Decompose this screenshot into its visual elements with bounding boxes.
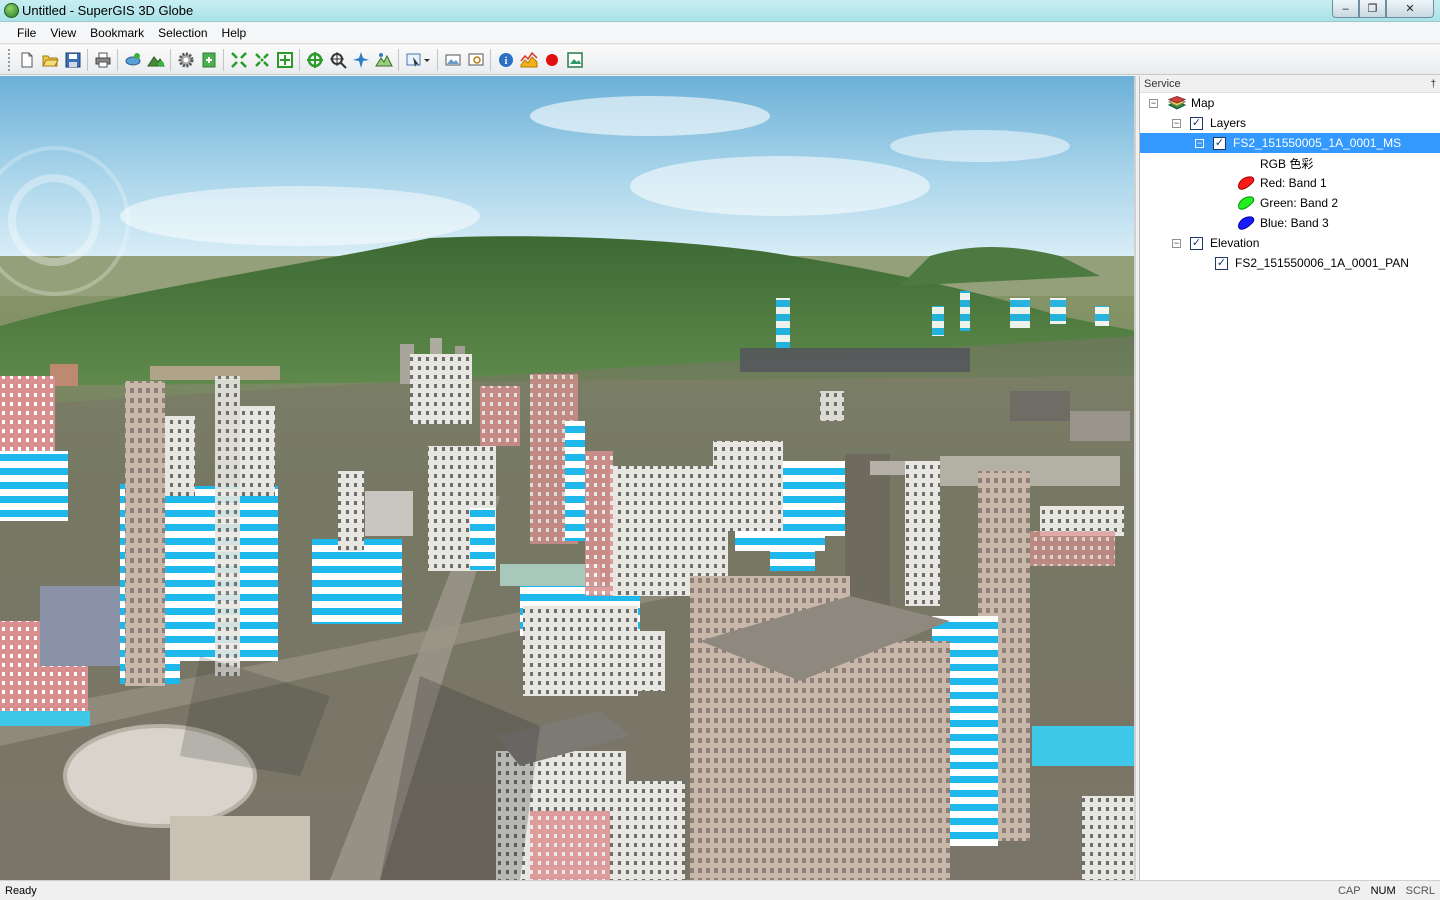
window-controls: – ❐ ✕ <box>1332 0 1434 18</box>
title-bar: Untitled - SuperGIS 3D Globe – ❐ ✕ <box>0 0 1440 22</box>
tree-label-ms-layer: FS2_151550005_1A_0001_MS <box>1233 136 1402 150</box>
num-lock-indicator: NUM <box>1370 884 1396 897</box>
target-icon[interactable] <box>326 48 349 71</box>
save-icon[interactable] <box>61 48 84 71</box>
tree-label-pan-layer: FS2_151550006_1A_0001_PAN <box>1235 256 1409 270</box>
menu-view[interactable]: View <box>43 22 83 44</box>
pan-layer-checkbox[interactable]: ✓ <box>1215 256 1228 270</box>
green-band-swatch-icon <box>1238 196 1255 210</box>
service-panel-title: Service <box>1144 78 1181 90</box>
profile-chart-icon[interactable] <box>517 48 540 71</box>
full-extent-icon[interactable] <box>227 48 250 71</box>
main-toolbar: i <box>0 45 1440 75</box>
toolbar-separator <box>87 48 88 71</box>
add-elevation-icon[interactable] <box>144 48 167 71</box>
fly-icon[interactable] <box>349 48 372 71</box>
terrain-icon[interactable] <box>372 48 395 71</box>
toolbar-separator <box>299 48 300 71</box>
maximize-button[interactable]: ❐ <box>1359 0 1386 18</box>
service-panel: Service † − Map − ✓ Layers − ✓ FS2_15155… <box>1139 76 1440 880</box>
status-text: Ready <box>5 884 37 897</box>
toolbar-separator <box>437 48 438 71</box>
menu-selection[interactable]: Selection <box>151 22 214 44</box>
collapse-toggle[interactable]: − <box>1149 98 1158 108</box>
menu-bookmark[interactable]: Bookmark <box>83 22 151 44</box>
tree-label-map: Map <box>1191 96 1215 110</box>
toolbar-separator <box>170 48 171 71</box>
toolbar-separator <box>117 48 118 71</box>
tree-node-green-band[interactable]: Green: Band 2 <box>1140 193 1440 213</box>
zoom-layer-icon[interactable] <box>273 48 296 71</box>
app-globe-icon <box>4 3 19 18</box>
map-layers-icon <box>1167 96 1187 110</box>
elevation-checkbox[interactable]: ✓ <box>1190 236 1203 250</box>
tree-node-ms-layer[interactable]: − ✓ FS2_151550005_1A_0001_MS <box>1140 133 1440 153</box>
toolbar-separator <box>398 48 399 71</box>
collapse-toggle[interactable]: − <box>1172 118 1181 128</box>
tree-node-layers[interactable]: − ✓ Layers <box>1140 113 1440 133</box>
service-panel-header: Service † <box>1140 76 1440 93</box>
image-icon[interactable] <box>441 48 464 71</box>
toolbar-separator <box>223 48 224 71</box>
tree-node-blue-band[interactable]: Blue: Band 3 <box>1140 213 1440 233</box>
ms-layer-checkbox[interactable]: ✓ <box>1213 136 1226 150</box>
blue-band-swatch-icon <box>1238 216 1255 230</box>
menu-file[interactable]: File <box>10 22 43 44</box>
tree-label-blue-band: Blue: Band 3 <box>1260 216 1329 230</box>
layers-checkbox[interactable]: ✓ <box>1190 116 1203 130</box>
info-icon[interactable]: i <box>494 48 517 71</box>
toolbar-separator <box>490 48 491 71</box>
navigate-icon[interactable] <box>303 48 326 71</box>
tree-node-pan-layer[interactable]: ✓ FS2_151550006_1A_0001_PAN <box>1140 253 1440 273</box>
city-scene <box>0 96 1134 880</box>
print-icon[interactable] <box>91 48 114 71</box>
red-band-swatch-icon <box>1238 176 1255 190</box>
select-tool-icon[interactable] <box>402 48 434 71</box>
tree-label-elevation: Elevation <box>1210 236 1260 250</box>
close-button[interactable]: ✕ <box>1386 0 1434 18</box>
navigation-compass-ring[interactable] <box>8 174 100 266</box>
globe-3d-viewport[interactable] <box>0 76 1136 880</box>
tree-node-map[interactable]: − Map <box>1140 93 1440 113</box>
tree-label-rgb: RGB 色彩 <box>1260 156 1314 171</box>
capture-icon[interactable] <box>563 48 586 71</box>
pin-icon[interactable]: † <box>1430 79 1436 90</box>
svg-text:i: i <box>504 56 507 67</box>
layer-tree: − Map − ✓ Layers − ✓ FS2_151550005_1A_00… <box>1140 93 1440 273</box>
tree-node-rgb: RGB 色彩 <box>1140 153 1440 173</box>
tree-label-red-band: Red: Band 1 <box>1260 176 1327 190</box>
window-title: Untitled - SuperGIS 3D Globe <box>22 3 194 18</box>
minimize-button[interactable]: – <box>1332 0 1359 18</box>
collapse-toggle[interactable]: − <box>1172 238 1181 248</box>
status-bar: Ready CAP NUM SCRL <box>0 880 1440 900</box>
collapse-toggle[interactable]: − <box>1195 138 1204 148</box>
scroll-lock-indicator: SCRL <box>1405 884 1435 897</box>
export-icon[interactable] <box>197 48 220 71</box>
tree-node-red-band[interactable]: Red: Band 1 <box>1140 173 1440 193</box>
tree-label-green-band: Green: Band 2 <box>1260 196 1339 210</box>
record-icon[interactable] <box>540 48 563 71</box>
menu-help[interactable]: Help <box>215 22 254 44</box>
menu-bar: File View Bookmark Selection Help <box>0 22 1440 44</box>
settings-gear-icon[interactable] <box>174 48 197 71</box>
open-folder-icon[interactable] <box>38 48 61 71</box>
tree-node-elevation[interactable]: − ✓ Elevation <box>1140 233 1440 253</box>
zoom-extent-icon[interactable] <box>250 48 273 71</box>
tree-label-layers: Layers <box>1210 116 1247 130</box>
new-document-icon[interactable] <box>15 48 38 71</box>
add-layer-icon[interactable] <box>121 48 144 71</box>
zoom-window-icon[interactable] <box>464 48 487 71</box>
toolbar-grip[interactable] <box>8 48 11 71</box>
caps-lock-indicator: CAP <box>1337 884 1361 897</box>
